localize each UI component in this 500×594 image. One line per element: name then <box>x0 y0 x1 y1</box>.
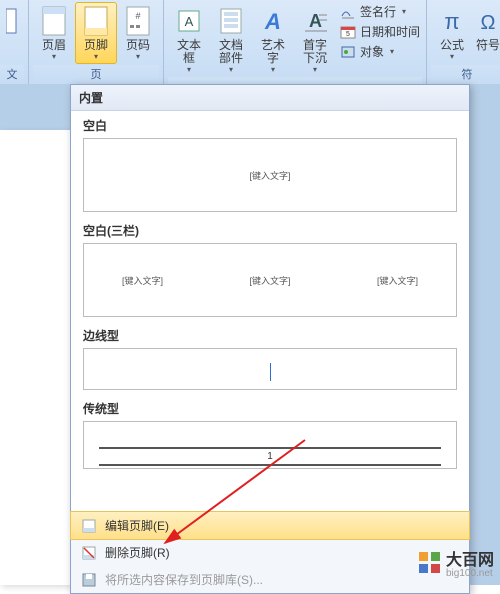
object-icon <box>340 44 356 60</box>
group-hf-label: 页 <box>33 65 159 84</box>
gallery-title-three: 空白(三栏) <box>83 222 457 239</box>
chevron-down-icon: ▾ <box>187 65 191 74</box>
wordart-icon: A <box>257 5 289 37</box>
watermark-url: big100.net <box>446 568 494 579</box>
pagenum-button[interactable]: # 页码 ▾ <box>117 2 159 64</box>
chevron-down-icon: ▾ <box>450 52 454 61</box>
dropdown-gallery[interactable]: 空白 [键入文字] 空白(三栏) [键入文字] [键入文字] [键入文字] 边线… <box>71 111 469 511</box>
signature-button[interactable]: 签名行 ▾ <box>338 2 422 21</box>
edit-footer-command[interactable]: 编辑页脚(E) <box>70 511 470 540</box>
textbox-icon: A <box>173 5 205 37</box>
equation-icon: π <box>436 5 468 37</box>
watermark-text: 大百网 <box>446 552 494 569</box>
edit-footer-icon <box>81 518 97 534</box>
datetime-icon: 5 <box>340 24 356 40</box>
footer-icon <box>80 5 112 37</box>
gallery-title-thin: 边线型 <box>83 327 457 344</box>
svg-text:Ω: Ω <box>481 12 496 34</box>
equation-button[interactable]: π 公式 ▾ <box>431 2 473 64</box>
chevron-down-icon: ▾ <box>52 52 56 61</box>
gallery-item-blank[interactable]: [键入文字] <box>83 138 457 212</box>
footer-dropdown: 内置 空白 [键入文字] 空白(三栏) [键入文字] [键入文字] [键入文字]… <box>70 84 470 594</box>
edge-button[interactable] <box>0 2 24 40</box>
dropdown-footer: 编辑页脚(E) 删除页脚(R) 将所选内容保存到页脚库(S)... <box>71 511 469 593</box>
edge-icon <box>5 5 19 37</box>
signature-icon <box>340 4 356 20</box>
group-symbols-label: 符 <box>431 65 500 84</box>
header-button[interactable]: 页眉 ▾ <box>33 2 75 64</box>
group-edge-label: 文 <box>0 65 24 84</box>
symbol-button[interactable]: Ω 符号 <box>473 2 500 55</box>
gallery-item-thin[interactable] <box>83 348 457 390</box>
svg-text:A: A <box>309 11 322 31</box>
gallery-item-three[interactable]: [键入文字] [键入文字] [键入文字] <box>83 243 457 317</box>
chevron-down-icon: ▾ <box>313 65 317 74</box>
remove-footer-command[interactable]: 删除页脚(R) <box>71 539 469 566</box>
watermark-logo-icon <box>418 551 442 575</box>
group-text: A 文本框 ▾ 文档部件 ▾ A 艺术字 ▾ A <box>164 0 427 84</box>
svg-text:π: π <box>444 9 459 34</box>
wordart-button[interactable]: A 艺术字 ▾ <box>252 2 294 77</box>
gallery-item-trad[interactable]: 1 <box>83 421 457 469</box>
svg-text:A: A <box>185 14 194 29</box>
dropcap-button[interactable]: A 首字下沉 ▾ <box>294 2 336 77</box>
footer-button[interactable]: 页脚 ▾ <box>75 2 117 64</box>
gallery-title-blank: 空白 <box>83 117 457 134</box>
object-button[interactable]: 对象 ▾ <box>338 42 422 61</box>
group-symbols: π 公式 ▾ Ω 符号 符 <box>427 0 500 84</box>
save-icon <box>81 572 97 588</box>
textbox-button[interactable]: A 文本框 ▾ <box>168 2 210 77</box>
group-header-footer: 页眉 ▾ 页脚 ▾ # 页码 ▾ 页 <box>29 0 164 84</box>
cursor-mark <box>270 363 271 381</box>
save-to-gallery-command: 将所选内容保存到页脚库(S)... <box>71 566 469 593</box>
chevron-down-icon: ▾ <box>136 52 140 61</box>
ribbon: 文 页眉 ▾ 页脚 ▾ # 页码 ▾ <box>0 0 500 85</box>
header-icon <box>38 5 70 37</box>
symbol-icon: Ω <box>478 5 498 37</box>
quickparts-icon <box>215 5 247 37</box>
dropdown-header: 内置 <box>71 85 469 111</box>
gallery-title-trad: 传统型 <box>83 400 457 417</box>
group-edge-left: 文 <box>0 0 29 84</box>
chevron-down-icon: ▾ <box>94 52 98 61</box>
chevron-down-icon: ▾ <box>402 7 406 16</box>
svg-text:A: A <box>264 9 281 34</box>
datetime-button[interactable]: 5 日期和时间 <box>338 22 422 41</box>
chevron-down-icon: ▾ <box>271 65 275 74</box>
dropcap-icon: A <box>299 5 331 37</box>
pagenum-icon: # <box>122 5 154 37</box>
watermark: 大百网 big100.net <box>418 546 494 579</box>
svg-text:5: 5 <box>346 31 350 38</box>
chevron-down-icon: ▾ <box>390 47 394 56</box>
document-page[interactable] <box>0 130 70 585</box>
chevron-down-icon: ▾ <box>229 65 233 74</box>
svg-text:#: # <box>135 11 140 21</box>
quickparts-button[interactable]: 文档部件 ▾ <box>210 2 252 77</box>
remove-footer-icon <box>81 545 97 561</box>
